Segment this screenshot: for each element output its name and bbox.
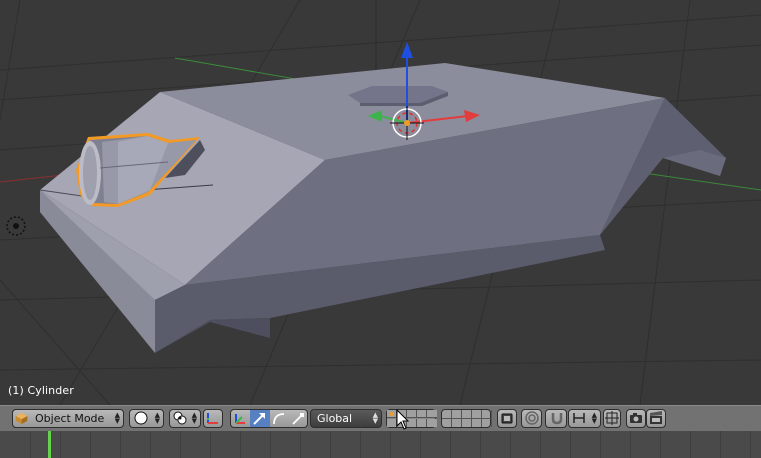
snap-target-icon (605, 411, 619, 425)
translate-arrow-icon (253, 413, 265, 425)
object-origin (404, 120, 410, 126)
orientation-label: Global (317, 412, 353, 425)
viewport-shading-selector[interactable]: ▲ ▼ (129, 409, 164, 428)
lock-camera-layers-toggle[interactable] (497, 409, 517, 428)
layer-5-button[interactable] (427, 410, 437, 418)
proportional-editing-toggle[interactable] (521, 409, 542, 428)
translate-toggle[interactable] (231, 410, 250, 427)
lamp-icon[interactable] (6, 216, 26, 236)
snap-toggle[interactable] (545, 409, 567, 428)
opengl-render-image-button[interactable] (626, 409, 646, 428)
layer-4-button[interactable] (417, 410, 427, 418)
proportional-editing-icon (525, 411, 539, 425)
snap-element-selector[interactable]: ▲ ▼ (568, 409, 601, 428)
timeline-strip[interactable] (0, 431, 761, 458)
object-mode-icon (15, 412, 28, 425)
z-axis-arrow[interactable] (401, 42, 413, 58)
mode-dropdown-arrows: ▲ ▼ (114, 411, 120, 425)
transform-orientation-selector[interactable]: Global ▲ ▼ (310, 409, 382, 428)
orientation-dropdown-arrows: ▲ ▼ (372, 411, 378, 425)
rotate-icon (273, 413, 285, 425)
3d-viewport[interactable]: (1) Cylinder (0, 0, 761, 405)
mesh-body[interactable] (39, 63, 726, 353)
opengl-render-animation-button[interactable] (646, 409, 666, 428)
snap-dropdown-arrows: ▲ ▼ (591, 411, 597, 425)
mode-label: Object Mode (35, 412, 105, 425)
object-info-label: (1) Cylinder (8, 384, 74, 397)
solid-sphere-icon (134, 411, 148, 425)
layer-grid-right[interactable] (442, 410, 492, 427)
3d-view-header: Object Mode ▲ ▼ ▲ ▼ ▲ ▼ Global ▲ ▼ ▲ ▼ (0, 405, 761, 431)
snap-increment-icon (573, 413, 585, 423)
pivot-point-icon (173, 411, 187, 425)
pivot-point-selector[interactable]: ▲ ▼ (169, 409, 201, 428)
manipulator-type-group (230, 409, 308, 428)
layer-buttons-left (386, 409, 437, 428)
shading-dropdown-arrows: ▲ ▼ (154, 411, 160, 425)
current-frame-indicator[interactable] (48, 431, 51, 458)
scale-mode-toggle[interactable] (289, 410, 307, 427)
camera-icon (630, 413, 642, 423)
manipulator-toggle[interactable] (203, 409, 223, 428)
translate-mode-toggle[interactable] (250, 410, 270, 427)
layer-15-button[interactable] (427, 419, 437, 427)
scale-icon (292, 413, 304, 425)
viewport-scene (0, 0, 761, 405)
mouse-pointer-icon (396, 409, 410, 430)
layer-buttons-right (441, 409, 492, 428)
pivot-dropdown-arrows: ▲ ▼ (191, 411, 197, 425)
mode-selector[interactable]: Object Mode ▲ ▼ (12, 409, 124, 428)
layer-14-button[interactable] (417, 419, 427, 427)
snap-target-toggle[interactable] (603, 409, 621, 428)
rotate-mode-toggle[interactable] (270, 410, 289, 427)
clapperboard-icon (650, 411, 662, 424)
translate-icon (235, 414, 245, 424)
manipulator-widget-icon (207, 413, 218, 424)
lock-layers-icon (501, 413, 513, 424)
magnet-icon (551, 413, 563, 425)
